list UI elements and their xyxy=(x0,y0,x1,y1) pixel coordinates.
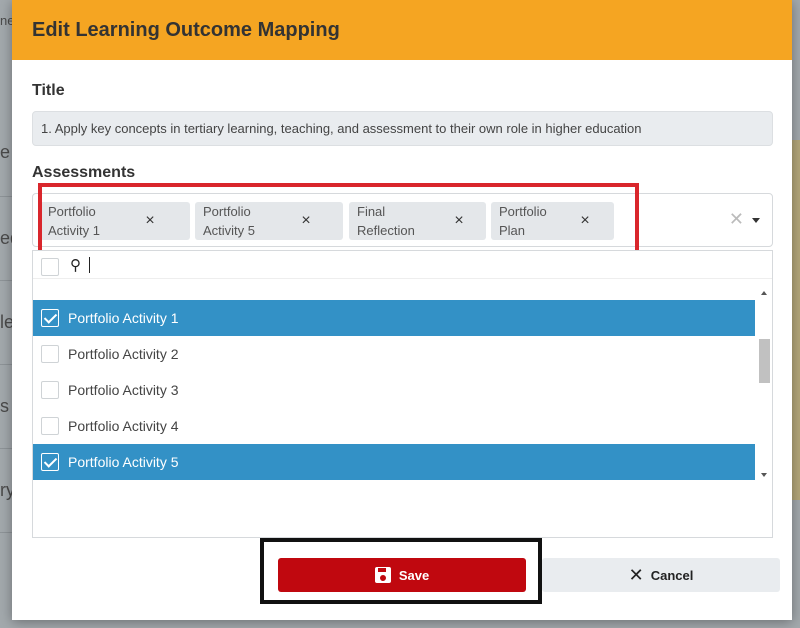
options-scrollbar[interactable] xyxy=(757,287,771,481)
background-divider xyxy=(0,196,12,197)
chevron-down-icon[interactable] xyxy=(752,218,760,223)
options-list: Portfolio Activity 1 Portfolio Activity … xyxy=(33,300,755,480)
option-label: Portfolio Activity 2 xyxy=(68,346,179,362)
save-label: Save xyxy=(398,567,430,583)
option-checkbox[interactable] xyxy=(41,309,59,327)
background-divider xyxy=(0,364,12,365)
option-portfolio-activity-2[interactable]: Portfolio Activity 2 xyxy=(33,336,755,372)
edit-mapping-modal: Edit Learning Outcome Mapping Title 1. A… xyxy=(12,0,792,620)
title-label: Title xyxy=(32,82,65,99)
modal-title: Edit Learning Outcome Mapping xyxy=(32,18,340,41)
option-checkbox[interactable] xyxy=(41,453,59,471)
cancel-label: Cancel xyxy=(650,567,694,583)
search-input[interactable] xyxy=(89,257,90,273)
option-portfolio-activity-5[interactable]: Portfolio Activity 5 xyxy=(33,444,755,480)
cancel-button[interactable]: ✕ Cancel xyxy=(542,558,780,592)
option-portfolio-activity-4[interactable]: Portfolio Activity 4 xyxy=(33,408,755,444)
assessments-dropdown: ⚲ Portfolio Activity 1 Portfolio Activit… xyxy=(32,250,773,538)
modal-header: Edit Learning Outcome Mapping xyxy=(12,0,792,60)
option-label: Portfolio Activity 1 xyxy=(68,310,179,326)
search-icon: ⚲ xyxy=(70,257,81,274)
background-text: s xyxy=(0,396,9,416)
option-label: Portfolio Activity 5 xyxy=(68,454,179,470)
floppy-disk-icon xyxy=(374,567,391,583)
scroll-thumb[interactable] xyxy=(759,339,770,383)
option-checkbox[interactable] xyxy=(41,345,59,363)
option-label: Portfolio Activity 3 xyxy=(68,382,179,398)
assessments-label: Assessments xyxy=(32,164,136,181)
background-divider xyxy=(0,532,12,533)
highlight-box-chips xyxy=(38,183,639,258)
dropdown-search-row: ⚲ xyxy=(33,251,772,279)
option-portfolio-activity-1[interactable]: Portfolio Activity 1 xyxy=(33,300,755,336)
option-label: Portfolio Activity 4 xyxy=(68,418,179,434)
title-field: 1. Apply key concepts in tertiary learni… xyxy=(32,111,773,146)
option-checkbox[interactable] xyxy=(41,417,59,435)
save-button[interactable]: Save xyxy=(278,558,526,592)
select-all-checkbox[interactable] xyxy=(41,258,59,276)
background-divider xyxy=(0,280,12,281)
background-divider xyxy=(0,448,12,449)
scroll-down-icon[interactable] xyxy=(761,473,767,477)
option-portfolio-activity-3[interactable]: Portfolio Activity 3 xyxy=(33,372,755,408)
option-checkbox[interactable] xyxy=(41,381,59,399)
scroll-up-icon[interactable] xyxy=(761,291,767,295)
close-icon: ✕ xyxy=(628,564,644,585)
clear-all-icon[interactable]: ✕ xyxy=(729,209,744,230)
